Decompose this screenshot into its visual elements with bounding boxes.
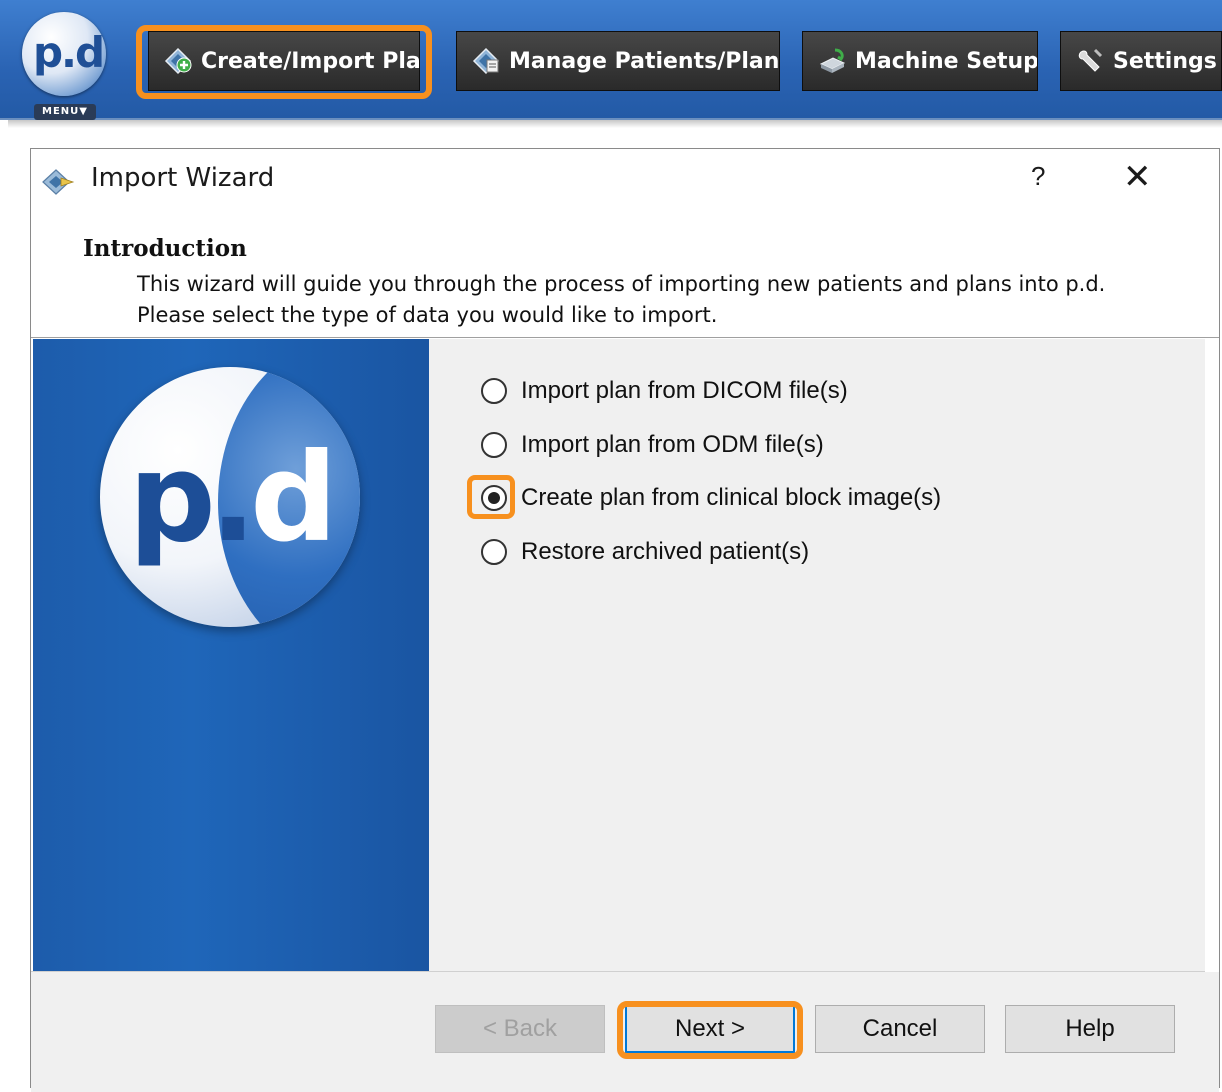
settings-label: Settings (1113, 48, 1217, 74)
option-restore-archived[interactable]: Restore archived patient(s) (481, 538, 809, 566)
wizard-side-panel: p.d (33, 339, 429, 971)
machine-setup-icon (819, 48, 846, 73)
settings-wrench-icon (1078, 48, 1103, 72)
radio-button[interactable] (481, 539, 507, 565)
create-import-plan-button[interactable]: Create/Import Plan (148, 31, 420, 91)
machine-setup-label: Machine Setup (855, 48, 1038, 74)
close-icon[interactable]: ✕ (1123, 157, 1152, 197)
manage-patients-icon (472, 47, 500, 75)
radio-button-selected[interactable] (481, 485, 507, 511)
header-divider (31, 337, 1219, 338)
back-button[interactable]: < Back (435, 1005, 605, 1053)
option-label: Restore archived patient(s) (521, 538, 810, 565)
manage-patients-plans-label: Manage Patients/Plans (509, 48, 780, 74)
option-import-dicom[interactable]: Import plan from DICOM file(s) (481, 377, 848, 405)
toolbar-shadow (8, 120, 1222, 128)
option-label: Import plan from DICOM file(s) (521, 377, 848, 404)
footer-divider (31, 971, 1205, 972)
help-button[interactable]: Help (1005, 1005, 1175, 1053)
import-wizard-dialog: Import Wizard ? ✕ Introduction This wiza… (30, 148, 1220, 1092)
manage-patients-plans-button[interactable]: Manage Patients/Plans (456, 31, 780, 91)
pd-large-logo-text: p.d (128, 427, 337, 569)
create-import-icon (164, 47, 192, 75)
section-title: Introduction (83, 235, 247, 262)
pd-large-logo: p.d (100, 367, 360, 627)
option-create-from-block-image[interactable]: Create plan from clinical block image(s) (481, 484, 941, 512)
dialog-title: Import Wizard (91, 163, 275, 193)
main-menu-button[interactable]: p.d MENU▼ (18, 10, 114, 120)
settings-button[interactable]: Settings (1060, 31, 1222, 91)
radio-button[interactable] (481, 432, 507, 458)
import-wizard-icon (42, 169, 75, 195)
top-toolbar: p.d MENU▼ Create/Import Plan Manage Pati… (0, 0, 1222, 120)
option-label: Import plan from ODM file(s) (521, 431, 824, 458)
option-label: Create plan from clinical block image(s) (521, 484, 942, 511)
next-button[interactable]: Next > (625, 1005, 795, 1053)
help-question-icon[interactable]: ? (1031, 161, 1045, 192)
pd-logo-icon: p.d (22, 12, 106, 96)
wizard-options-area: Import plan from DICOM file(s) Import pl… (429, 339, 1205, 971)
option-import-odm[interactable]: Import plan from ODM file(s) (481, 431, 824, 459)
section-description: This wizard will guide you through the p… (137, 272, 1106, 327)
radio-button[interactable] (481, 378, 507, 404)
menu-label: MENU▼ (34, 104, 96, 120)
create-import-plan-label: Create/Import Plan (201, 48, 420, 74)
cancel-button[interactable]: Cancel (815, 1005, 985, 1053)
dialog-titlebar: Import Wizard ? ✕ (31, 149, 1219, 213)
machine-setup-button[interactable]: Machine Setup (802, 31, 1038, 91)
